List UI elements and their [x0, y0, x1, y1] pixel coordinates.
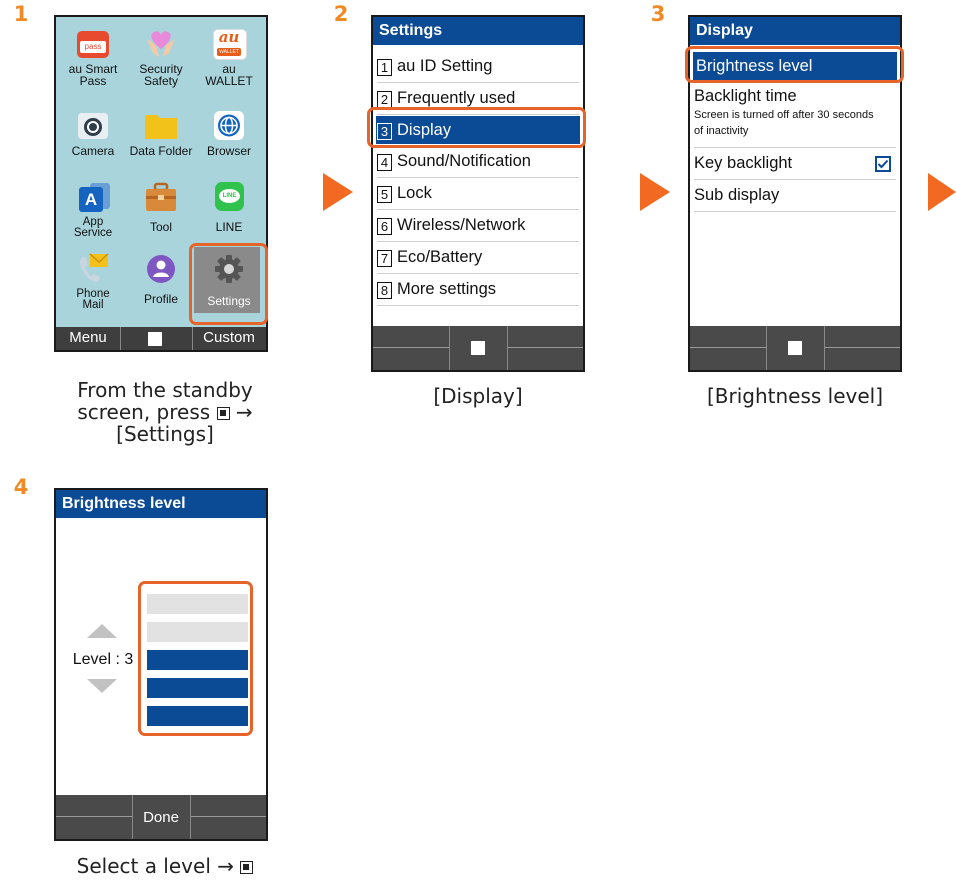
softkey-bar [690, 326, 900, 370]
step-number-4: 4 [8, 474, 34, 500]
menu-item-sound-notification[interactable]: 4 Sound/Notification [377, 146, 579, 178]
globe-icon [211, 109, 247, 141]
app-label: Phone Mail [76, 288, 110, 311]
highlight-brightness-callout [685, 46, 904, 83]
menu-item-sub-display[interactable]: Sub display [694, 180, 896, 212]
app-label: Browser [206, 144, 251, 158]
app-app-service[interactable]: A App Service [60, 181, 126, 239]
step-number-2: 2 [328, 1, 354, 27]
menu-item-au-id-setting[interactable]: 1 au ID Setting [377, 51, 579, 83]
softkey-menu[interactable]: Menu [56, 327, 120, 349]
backlight-time-description: Screen is turned off after 30 seconds [694, 109, 874, 121]
center-key-icon [240, 861, 254, 874]
center-key-icon [216, 407, 230, 420]
caption-line-1: From the standby [77, 378, 253, 402]
menu-item-wireless-network[interactable]: 6 Wireless/Network [377, 210, 579, 242]
app-label: Data Folder [129, 144, 193, 158]
app-au-smart-pass[interactable]: pass au Smart Pass [60, 27, 126, 87]
app-label: Tool [149, 220, 172, 234]
line-icon: LINE [211, 181, 247, 213]
backlight-time-description-2: of inactivity [694, 125, 749, 137]
screen-title: Brightness level [56, 490, 266, 518]
app-profile[interactable]: Profile [128, 253, 194, 305]
phone-standby-screen: pass au Smart Pass Security Safety au WA… [54, 15, 268, 352]
softkey-center-square[interactable] [788, 341, 802, 355]
next-arrow-icon [323, 173, 353, 211]
app-au-wallet[interactable]: au WALLET au WALLET [196, 27, 262, 87]
softkey-center-square[interactable] [148, 332, 162, 346]
softkey-custom[interactable]: Custom [192, 327, 266, 349]
app-label: LINE [215, 220, 243, 234]
caption-step-3: [Brightness level] [706, 384, 884, 408]
next-arrow-icon [640, 173, 670, 211]
app-security-safety[interactable]: Security Safety [128, 27, 194, 87]
highlight-display-callout [367, 107, 586, 148]
caption-line-3: [Settings] [116, 422, 214, 446]
menu-item-eco-battery[interactable]: 7 Eco/Battery [377, 242, 579, 274]
app-phone-mail[interactable]: Phone Mail [60, 253, 126, 311]
phone-settings-screen: Settings 1 au ID Setting 2 Frequently used… [371, 15, 585, 372]
softkey-bar: Menu Custom [56, 327, 266, 350]
level-down-arrow-icon[interactable] [87, 679, 117, 693]
backlight-time-label: Backlight time [694, 87, 797, 105]
app-data-folder[interactable]: Data Folder [128, 109, 194, 157]
au-smart-pass-icon: pass [75, 27, 111, 59]
softkey-bar: Done [56, 795, 266, 839]
au-wallet-icon: au WALLET [211, 27, 247, 60]
app-camera[interactable]: Camera [60, 109, 126, 157]
gear-icon [211, 253, 247, 285]
key-backlight-label: Key backlight [694, 154, 793, 172]
caption-line-2: screen, press → [77, 400, 253, 424]
level-up-arrow-icon[interactable] [87, 624, 117, 638]
app-label: App Service [73, 216, 113, 239]
softkey-done[interactable]: Done [132, 795, 190, 839]
next-arrow-icon [928, 173, 956, 211]
app-service-icon: A [75, 181, 111, 213]
app-label: Security Safety [139, 62, 183, 88]
menu-item-lock[interactable]: 5 Lock [377, 178, 579, 210]
softkey-bar [373, 326, 583, 370]
highlight-level-bars-callout [138, 581, 253, 736]
app-label: au Smart Pass [68, 62, 118, 88]
menu-item-key-backlight[interactable]: Key backlight [694, 148, 896, 180]
caption-step-4: Select a level → [40, 855, 290, 877]
toolbox-icon [143, 181, 179, 213]
softkey-center-square[interactable] [471, 341, 485, 355]
camera-icon [75, 109, 111, 141]
phone-mail-icon [75, 253, 111, 285]
app-label: au WALLET [205, 62, 253, 88]
app-label: Settings [207, 294, 251, 308]
menu-item-more-settings[interactable]: 8 More settings [377, 274, 579, 306]
security-safety-icon [143, 27, 179, 59]
menu-item-backlight-time[interactable]: Backlight time Screen is turned off afte… [694, 83, 896, 148]
folder-icon [143, 109, 179, 141]
caption-step-2: [Display] [433, 384, 523, 408]
step-number-3: 3 [645, 1, 671, 27]
app-label: Profile [143, 292, 178, 306]
profile-icon [143, 253, 179, 285]
app-tool[interactable]: Tool [128, 181, 194, 233]
right-arrow-icon: → [217, 854, 234, 878]
screen-title: Display [690, 17, 900, 45]
app-browser[interactable]: Browser [196, 109, 262, 157]
caption-step-1: From the standby screen, press → [Settin… [40, 379, 290, 445]
key-backlight-checkbox[interactable] [875, 156, 891, 172]
step-number-1: 1 [8, 1, 34, 27]
level-readout: Level : 3 [72, 651, 134, 668]
right-arrow-icon: → [235, 400, 253, 424]
app-line[interactable]: LINE LINE [196, 181, 262, 233]
screen-title: Settings [373, 17, 583, 45]
app-label: Camera [71, 144, 115, 158]
